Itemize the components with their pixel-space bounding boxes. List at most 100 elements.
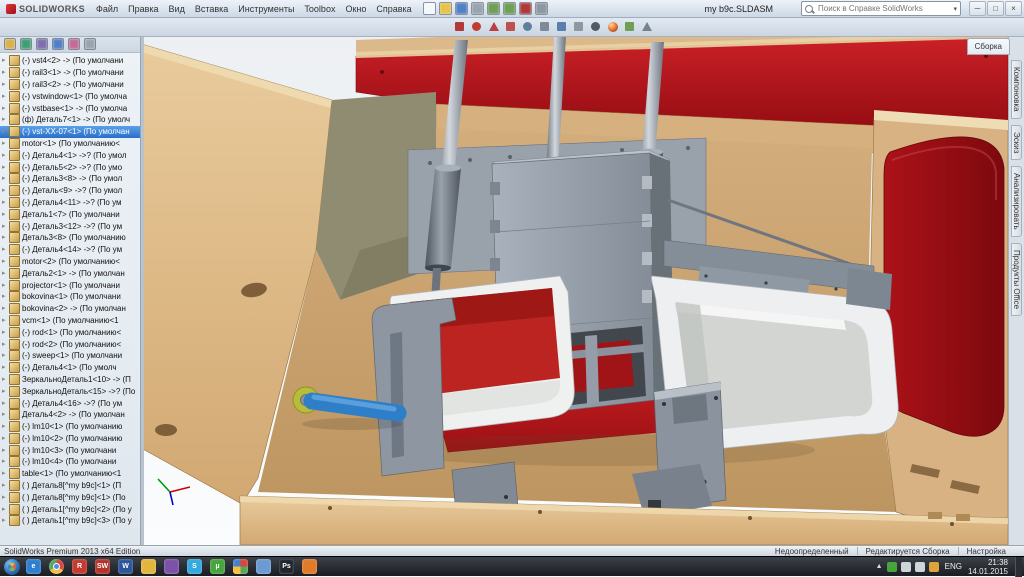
rotate-component-icon[interactable] bbox=[486, 19, 501, 34]
tree-item[interactable]: ▸motor<1> (По умолчанию< bbox=[0, 138, 140, 150]
expand-icon[interactable]: ▸ bbox=[2, 140, 9, 147]
expand-icon[interactable]: ▸ bbox=[2, 93, 9, 100]
expand-icon[interactable]: ▸ bbox=[2, 69, 9, 76]
chrome-icon[interactable] bbox=[49, 559, 64, 574]
tree-item[interactable]: ▸(-) Деталь3<8> -> (По умол bbox=[0, 173, 140, 185]
close-button[interactable]: × bbox=[1005, 1, 1022, 16]
propertymanager-tab[interactable] bbox=[20, 38, 32, 50]
dimxpert-tab[interactable] bbox=[52, 38, 64, 50]
expand-icon[interactable]: ▸ bbox=[2, 211, 9, 218]
status-customize-button[interactable]: Настройка bbox=[967, 547, 1006, 556]
tree-item[interactable]: ▸( ) Деталь8[^my b9c]<1> (По bbox=[0, 491, 140, 503]
tree-item[interactable]: ▸(-) rail3<1> -> (По умолчани bbox=[0, 67, 140, 79]
network-tray-icon[interactable] bbox=[901, 562, 911, 572]
tree-item[interactable]: ▸Деталь2<1> -> (По умолчан bbox=[0, 267, 140, 279]
insert-components-icon[interactable] bbox=[452, 19, 467, 34]
view-orientation-icon[interactable] bbox=[554, 19, 569, 34]
new-document-icon[interactable] bbox=[423, 2, 436, 15]
tree-item[interactable]: ▸( ) Деталь1[^my b9c]<3> (По у bbox=[0, 515, 140, 527]
redo-icon[interactable] bbox=[503, 2, 516, 15]
tree-item[interactable]: ▸(-) lm10<1> (По умолчанию bbox=[0, 421, 140, 433]
move-component-icon[interactable] bbox=[503, 19, 518, 34]
expand-icon[interactable]: ▸ bbox=[2, 270, 9, 277]
tree-item[interactable]: ▸(-) vstwindow<1> (По умолча bbox=[0, 90, 140, 102]
expand-icon[interactable]: ▸ bbox=[2, 435, 9, 442]
section-view-icon[interactable] bbox=[537, 19, 552, 34]
expand-icon[interactable]: ▸ bbox=[2, 116, 9, 123]
mate-icon[interactable] bbox=[469, 19, 484, 34]
panel-overflow-chevron[interactable] bbox=[84, 38, 96, 50]
expand-icon[interactable]: ▸ bbox=[2, 364, 9, 371]
taskbar-clock[interactable]: 21:38 14.01.2015 bbox=[968, 558, 1011, 576]
photoshop-icon[interactable]: Ps bbox=[279, 559, 294, 574]
expand-icon[interactable]: ▸ bbox=[2, 447, 9, 454]
tree-item[interactable]: ▸(-) Деталь4<14> ->? (По ум bbox=[0, 244, 140, 256]
expand-icon[interactable]: ▸ bbox=[2, 376, 9, 383]
expand-icon[interactable]: ▸ bbox=[2, 164, 9, 171]
volume-tray-icon[interactable] bbox=[915, 562, 925, 572]
expand-icon[interactable]: ▸ bbox=[2, 187, 9, 194]
save-icon[interactable] bbox=[455, 2, 468, 15]
tree-item[interactable]: ▸(-) rod<2> (По умолчанию< bbox=[0, 338, 140, 350]
tree-item[interactable]: ▸ЗеркальноДеталь<15> ->? (По bbox=[0, 385, 140, 397]
tree-item[interactable]: ▸(-) lm10<4> (По умолчани bbox=[0, 456, 140, 468]
expand-icon[interactable]: ▸ bbox=[2, 317, 9, 324]
paint-icon[interactable] bbox=[256, 559, 271, 574]
featuremanager-tab[interactable] bbox=[4, 38, 16, 50]
tree-item[interactable]: ▸( ) Деталь8[^my b9c]<1> (П bbox=[0, 480, 140, 492]
expand-icon[interactable]: ▸ bbox=[2, 329, 9, 336]
expand-icon[interactable]: ▸ bbox=[2, 494, 9, 501]
expand-icon[interactable]: ▸ bbox=[2, 400, 9, 407]
expand-icon[interactable]: ▸ bbox=[2, 423, 9, 430]
expand-icon[interactable]: ▸ bbox=[2, 458, 9, 465]
command-tab-2[interactable]: Эскиз bbox=[1011, 125, 1022, 160]
search-input[interactable] bbox=[816, 3, 950, 14]
command-tab-1[interactable]: Компоновка bbox=[1011, 60, 1022, 119]
tree-item[interactable]: ▸(-) Деталь<9> ->? (По умол bbox=[0, 185, 140, 197]
folder-icon[interactable] bbox=[141, 559, 156, 574]
menu-view[interactable]: Вид bbox=[164, 3, 190, 15]
tree-item[interactable]: ▸bokovina<2> -> (По умолчан bbox=[0, 303, 140, 315]
utorrent-icon[interactable]: µ bbox=[210, 559, 225, 574]
menu-toolbox[interactable]: Toolbox bbox=[299, 3, 340, 15]
model-red-window[interactable] bbox=[884, 137, 1004, 436]
expand-icon[interactable]: ▸ bbox=[2, 57, 9, 64]
tree-item[interactable]: ▸(ф) Деталь7<1> -> (По умолч bbox=[0, 114, 140, 126]
undo-icon[interactable] bbox=[487, 2, 500, 15]
expand-icon[interactable]: ▸ bbox=[2, 293, 9, 300]
tree-item[interactable]: ▸(-) vstbase<1> -> (По умолча bbox=[0, 102, 140, 114]
r-app-icon[interactable]: R bbox=[72, 559, 87, 574]
expand-icon[interactable]: ▸ bbox=[2, 352, 9, 359]
display-style-icon[interactable] bbox=[571, 19, 586, 34]
expand-icon[interactable]: ▸ bbox=[2, 282, 9, 289]
menu-edit[interactable]: Правка bbox=[123, 3, 163, 15]
firefox-icon[interactable] bbox=[302, 559, 317, 574]
panel-splitter[interactable] bbox=[140, 36, 144, 545]
expand-icon[interactable]: ▸ bbox=[2, 517, 9, 524]
expand-icon[interactable]: ▸ bbox=[2, 388, 9, 395]
update-tray-icon[interactable] bbox=[929, 562, 939, 572]
search-dropdown-icon[interactable]: ▾ bbox=[953, 5, 957, 13]
language-indicator[interactable]: ENG bbox=[943, 562, 964, 571]
tree-item[interactable]: ▸(-) Деталь4<1> (По умолч bbox=[0, 362, 140, 374]
expand-icon[interactable]: ▸ bbox=[2, 482, 9, 489]
maximize-button[interactable]: □ bbox=[987, 1, 1004, 16]
expand-icon[interactable]: ▸ bbox=[2, 223, 9, 230]
command-tab-3[interactable]: Анализировать bbox=[1011, 166, 1022, 237]
command-tab-4[interactable]: Продукты Office bbox=[1011, 243, 1022, 316]
tree-item[interactable]: ▸(-) vst4<2> -> (По умолчани bbox=[0, 55, 140, 67]
tree-item[interactable]: ▸vcm<1> (По умолчанию<1 bbox=[0, 315, 140, 327]
expand-icon[interactable]: ▸ bbox=[2, 246, 9, 253]
tree-item[interactable]: ▸table<1> (По умолчанию<1 bbox=[0, 468, 140, 480]
tree-item[interactable]: ▸Деталь3<8> (По умолчанию bbox=[0, 232, 140, 244]
internet-explorer-icon[interactable]: e bbox=[26, 559, 41, 574]
options-icon[interactable] bbox=[535, 2, 548, 15]
hide-show-icon[interactable] bbox=[588, 19, 603, 34]
tree-item[interactable]: ▸projector<1> (По умолчани bbox=[0, 279, 140, 291]
expand-icon[interactable]: ▸ bbox=[2, 175, 9, 182]
tree-item[interactable]: ▸ЗеркальноДеталь1<10> -> (П bbox=[0, 374, 140, 386]
tree-item[interactable]: ▸(-) Деталь4<11> ->? (По ум bbox=[0, 197, 140, 209]
word-icon[interactable]: W bbox=[118, 559, 133, 574]
expand-icon[interactable]: ▸ bbox=[2, 199, 9, 206]
expand-icon[interactable]: ▸ bbox=[2, 128, 9, 135]
